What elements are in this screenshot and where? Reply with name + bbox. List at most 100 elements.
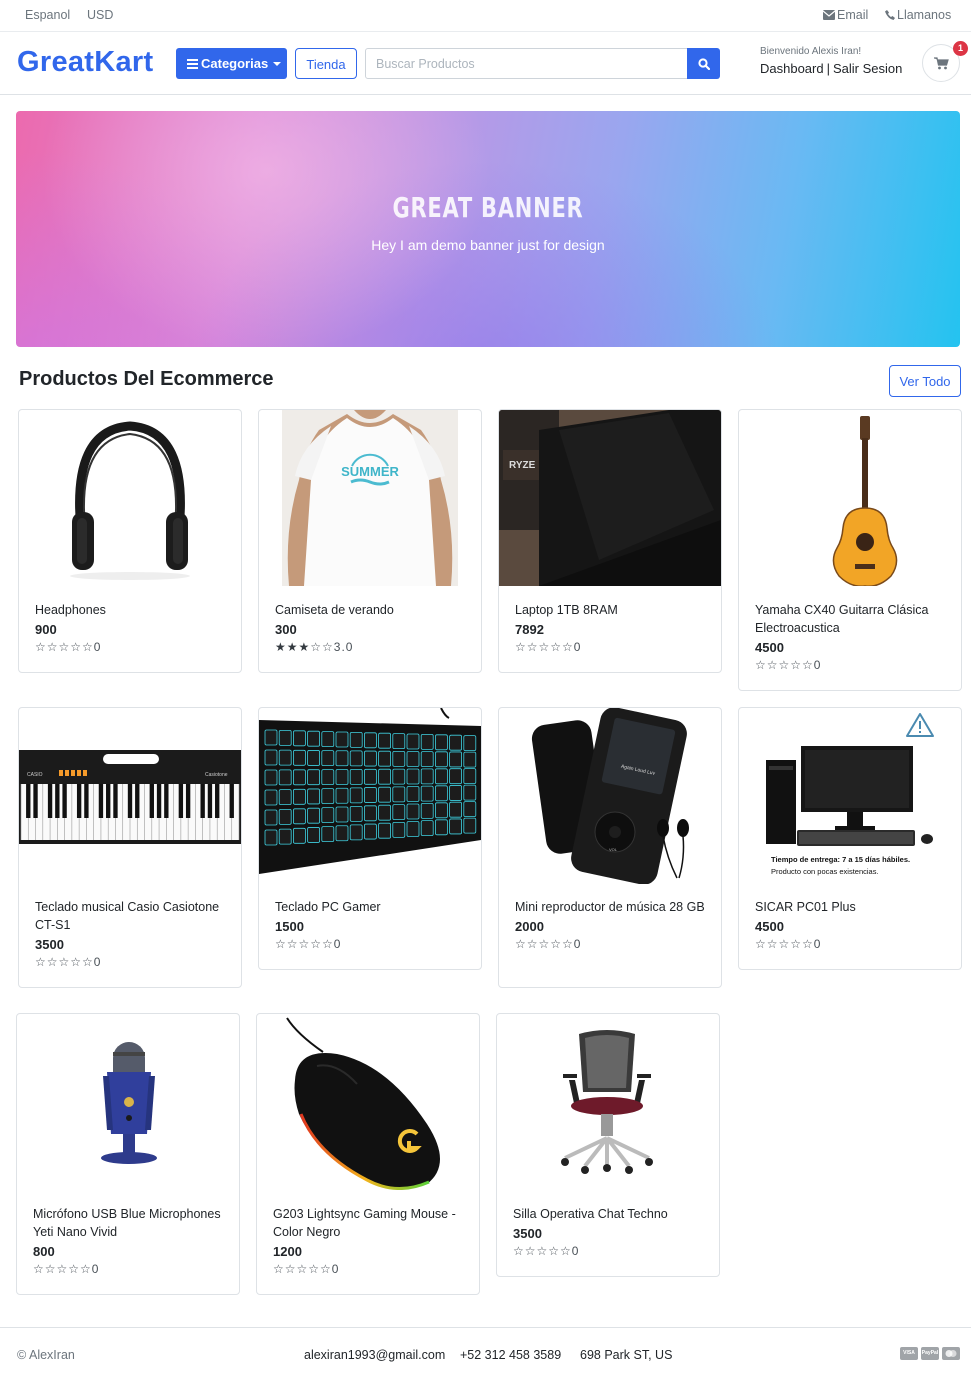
product-price: 800 [33,1244,55,1259]
store-button[interactable]: Tienda [295,48,357,79]
product-image[interactable]: Again Loud Luv VOL [499,708,721,884]
product-rating: ☆☆☆☆☆0 [273,1262,469,1276]
product-image[interactable] [19,410,241,586]
product-card[interactable]: RYZE Laptop 1TB 8RAM 7892 ☆☆☆☆☆0 [498,409,722,673]
product-image[interactable] [17,1014,239,1190]
cart-count-badge: 1 [953,41,968,56]
product-card[interactable]: Micrófono USB Blue Microphones Yeti Nano… [16,1013,240,1295]
product-image[interactable]: SUMMER [259,410,481,586]
star-icon: ☆☆☆☆☆ [275,937,334,951]
email-link[interactable]: Email [822,8,869,22]
shipping-notice: Tiempo de entrega: 7 a 15 días hábiles. [771,855,910,864]
product-image[interactable] [739,410,961,586]
product-image[interactable]: CASIO Casiotone [19,708,241,886]
product-name[interactable]: Teclado PC Gamer [275,898,471,916]
stock-notice: Producto con pocas existencias. [771,867,879,876]
product-price: 7892 [515,622,544,637]
welcome-text: Bienvenido Alexis Iran! [760,46,862,57]
product-rating: ☆☆☆☆☆0 [513,1244,709,1258]
footer-address: 698 Park ST, US [580,1348,673,1362]
product-price: 2000 [515,919,544,934]
categories-button-label: Categorias [201,56,269,71]
piano-brand-left: CASIO [27,772,43,778]
shopping-cart-icon [934,57,949,70]
site-logo[interactable]: GreatKart [17,46,153,79]
product-name[interactable]: Yamaha CX40 Guitarra Clásica Electroacus… [755,601,951,637]
product-price: 1200 [273,1244,302,1259]
product-name[interactable]: Camiseta de verando [275,601,471,619]
mouse-icon [286,1017,440,1190]
star-icon: ☆☆☆☆☆ [35,640,94,654]
product-rating: ☆☆☆☆☆0 [515,937,711,951]
rating-value: 0 [333,937,342,951]
product-price: 900 [35,622,57,637]
rating-value: 0 [813,937,822,951]
call-link[interactable]: Llamanos [885,8,951,22]
rating-value: 0 [91,1262,100,1276]
piano-icon: CASIO Casiotone [19,750,241,844]
main-header: GreatKart Categorias Tienda Bienvenido A… [0,32,971,95]
dashboard-link[interactable]: Dashboard [760,61,824,76]
product-name[interactable]: Teclado musical Casio Casiotone CT-S1 [35,898,231,934]
product-image[interactable]: Tiempo de entrega: 7 a 15 días hábiles. … [739,708,961,884]
search-input[interactable] [365,48,688,79]
office-chair-icon [561,1030,653,1174]
rating-value: 0 [573,937,582,951]
product-rating: ☆☆☆☆☆0 [515,640,711,654]
product-name[interactable]: Headphones [35,601,231,619]
product-card[interactable]: Headphones 900 ☆☆☆☆☆0 [18,409,242,673]
product-name[interactable]: SICAR PC01 Plus [755,898,951,916]
product-rating: ☆☆☆☆☆0 [755,937,951,951]
star-icon: ☆☆ [310,640,334,654]
star-icon: ☆☆☆☆☆ [513,1244,572,1258]
laptop-sticker: RYZE [509,460,536,471]
product-image[interactable] [259,708,481,874]
currency-selector[interactable]: USD [87,8,113,22]
footer-email[interactable]: alexiran1993@gmail.com [304,1348,445,1362]
product-image[interactable] [257,1014,479,1190]
product-name[interactable]: Laptop 1TB 8RAM [515,601,711,619]
star-icon: ☆☆☆☆☆ [33,1262,92,1276]
logout-link[interactable]: Salir Sesion [833,61,902,76]
product-card[interactable]: SUMMER Camiseta de verando 300 ★★★☆☆3.0 [258,409,482,673]
product-name[interactable]: Mini reproductor de música 28 GB [515,898,711,916]
product-card[interactable]: Teclado PC Gamer 1500 ☆☆☆☆☆0 [258,707,482,970]
banner-title: GREAT BANNER [392,191,584,224]
envelope-icon [822,10,836,20]
product-name[interactable]: Micrófono USB Blue Microphones Yeti Nano… [33,1205,229,1241]
view-all-button[interactable]: Ver Todo [889,365,961,397]
link-separator: | [826,61,830,76]
call-link-label: Llamanos [897,8,952,22]
product-rating: ☆☆☆☆☆0 [275,937,471,951]
product-card[interactable]: Again Loud Luv VOL Mini reproductor de m… [498,707,722,988]
rating-value: 0 [813,658,822,672]
product-card[interactable]: Silla Operativa Chat Techno 3500 ☆☆☆☆☆0 [496,1013,720,1277]
product-image[interactable] [497,1014,719,1190]
mp3-player-icon: Again Loud Luv VOL [531,708,689,884]
product-card[interactable]: Yamaha CX40 Guitarra Clásica Electroacus… [738,409,962,691]
product-price: 3500 [35,937,64,952]
product-card[interactable]: G203 Lightsync Gaming Mouse - Color Negr… [256,1013,480,1295]
product-image[interactable]: RYZE [499,410,721,586]
product-price: 300 [275,622,297,637]
product-card[interactable]: Tiempo de entrega: 7 a 15 días hábiles. … [738,707,962,970]
search-button[interactable] [687,48,720,79]
hero-banner[interactable]: GREAT BANNER Hey I am demo banner just f… [16,111,960,347]
banner-subtitle: Hey I am demo banner just for design [371,237,605,253]
product-price: 4500 [755,640,784,655]
piano-brand-right: Casiotone [205,772,228,778]
laptop-icon: RYZE [499,410,721,586]
product-card[interactable]: CASIO Casiotone Teclado musical Casio Ca… [18,707,242,988]
product-name[interactable]: Silla Operativa Chat Techno [513,1205,709,1223]
language-selector[interactable]: Espanol [25,8,70,22]
product-name[interactable]: G203 Lightsync Gaming Mouse - Color Negr… [273,1205,469,1241]
product-rating: ☆☆☆☆☆0 [33,1262,229,1276]
star-icon: ☆☆☆☆☆ [515,640,574,654]
product-rating: ☆☆☆☆☆0 [35,955,231,969]
categories-button[interactable]: Categorias [176,48,287,79]
email-link-label: Email [837,8,869,22]
star-icon: ☆☆☆☆☆ [515,937,574,951]
search-icon [698,58,710,70]
tshirt-icon: SUMMER [282,410,458,586]
tshirt-print: SUMMER [341,464,399,479]
